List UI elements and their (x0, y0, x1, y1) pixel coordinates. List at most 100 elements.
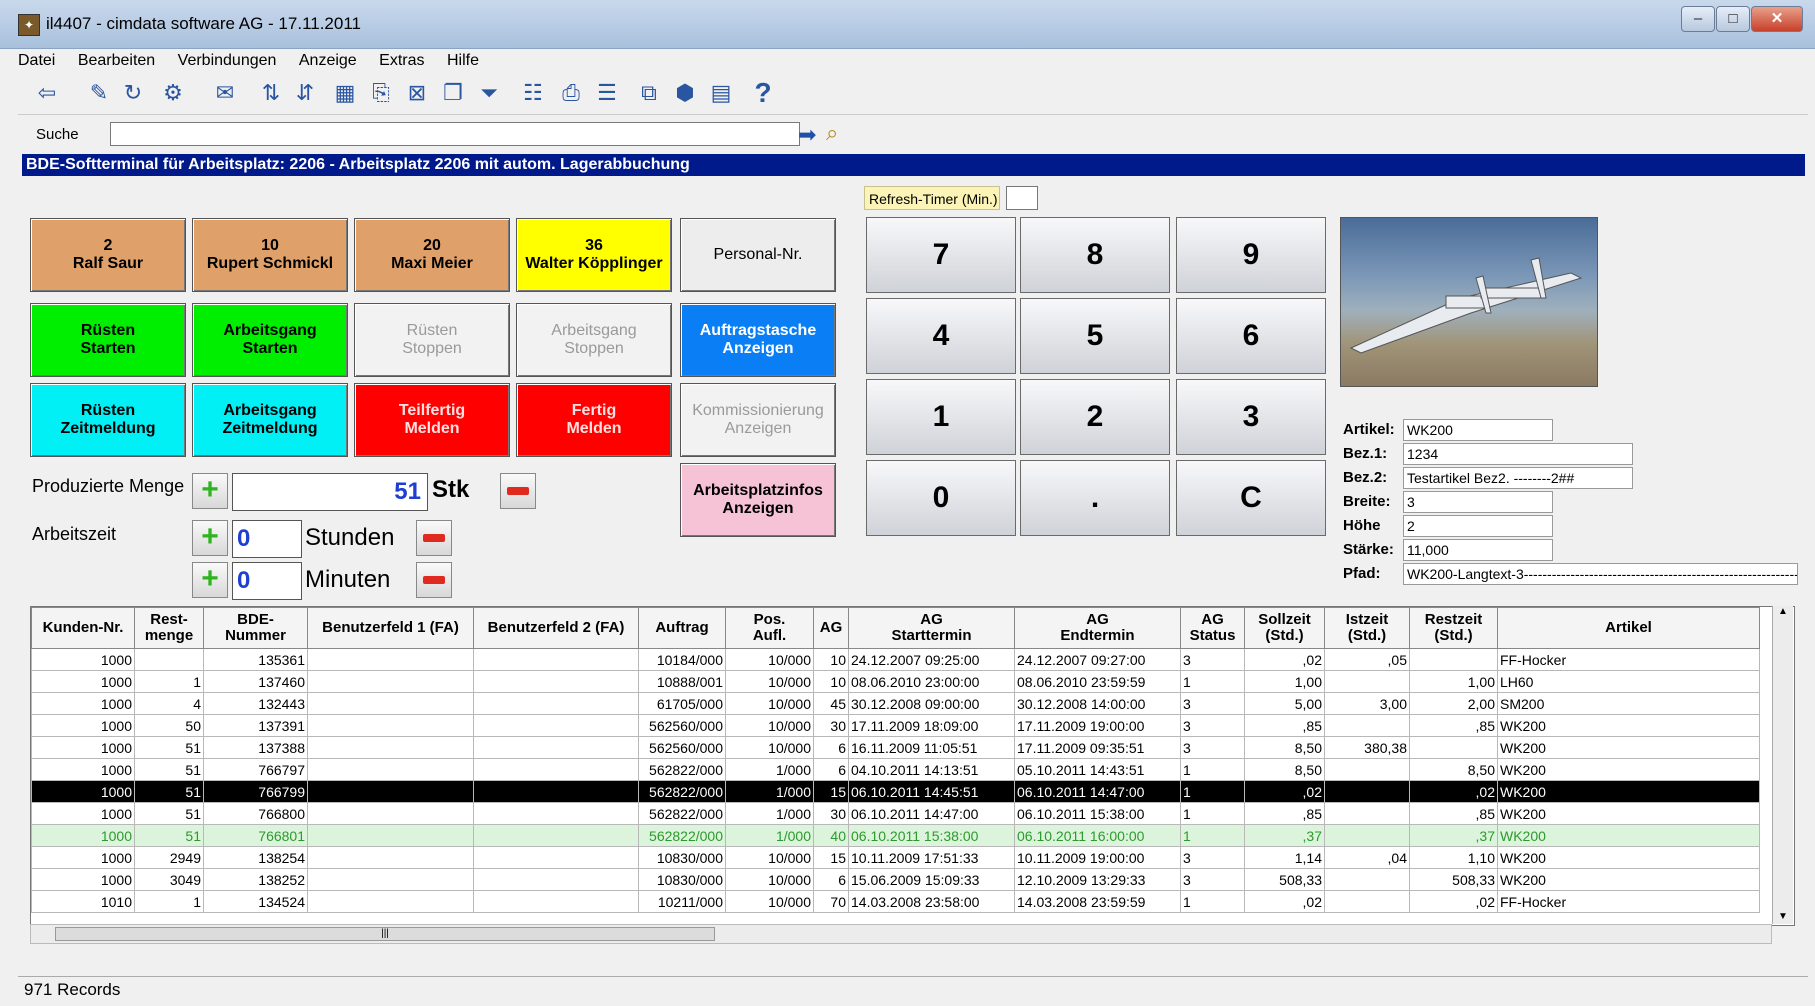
calendar-icon[interactable]: ▦ (330, 78, 360, 108)
sort-ascending-icon[interactable]: ⇅ (256, 78, 286, 108)
table-row[interactable]: 1000 51 766800 562822/000 1/000 30 06.10.2011 … (31, 802, 1760, 825)
table-row[interactable]: 1000 135361 10184/000 10/000 10 24.12.2007 09… (31, 648, 1760, 671)
column-header[interactable]: Restzeit (Std.) (1409, 607, 1498, 649)
properties-icon[interactable]: ☷ (518, 78, 548, 108)
column-header[interactable]: Auftrag (638, 607, 726, 649)
mail-icon[interactable]: ✉ (210, 78, 240, 108)
search-icon[interactable]: ⌕ (826, 120, 838, 146)
arbeitsgang-stoppen-button[interactable]: Arbeitsgang Stoppen (516, 303, 672, 377)
numpad-key-6[interactable]: 6 (1176, 298, 1326, 374)
table-row[interactable]: 1000 4 132443 61705/000 10/000 45 30.12.2008 0… (31, 692, 1760, 715)
stunden-plus-button[interactable]: + (192, 520, 228, 556)
ruesten-stoppen-button[interactable]: Rüsten Stoppen (354, 303, 510, 377)
edit-icon[interactable]: ✎ (84, 78, 114, 108)
arbeitsgang-zeitmeldung-button[interactable]: Arbeitsgang Zeitmeldung (192, 383, 348, 457)
numpad-key-9[interactable]: 9 (1176, 217, 1326, 293)
numpad-key-8[interactable]: 8 (1020, 217, 1170, 293)
menge-plus-button[interactable]: + (192, 473, 228, 509)
grid-view-icon[interactable]: ▤ (706, 78, 736, 108)
copy-icon[interactable]: ❐ (438, 78, 468, 108)
windows-icon[interactable]: ⧉ (634, 78, 664, 108)
numpad-key-1[interactable]: 1 (866, 379, 1016, 455)
numpad-key-clear[interactable]: C (1176, 460, 1326, 536)
table-row[interactable]: 1000 3049 138252 10830/000 10/000 6 15.06.2009… (31, 868, 1760, 891)
menge-minus-button[interactable] (500, 473, 536, 509)
numpad-key-7[interactable]: 7 (866, 217, 1016, 293)
column-header[interactable]: AG (813, 607, 849, 649)
column-header[interactable]: Artikel (1497, 607, 1760, 649)
arbeitsplatzinfos-button[interactable]: Arbeitsplatzinfos Anzeigen (680, 463, 836, 537)
ruesten-zeitmeldung-button[interactable]: Rüsten Zeitmeldung (30, 383, 186, 457)
worker-button-ralf-saur[interactable]: 2 Ralf Saur (30, 218, 186, 292)
column-header[interactable]: AG Starttermin (848, 607, 1015, 649)
close-button[interactable]: ✕ (1751, 6, 1803, 32)
help-icon[interactable]: ? (748, 78, 778, 108)
minuten-field[interactable]: 0 (232, 562, 302, 600)
column-header[interactable]: AG Status (1180, 607, 1245, 649)
print-icon[interactable]: ⎙ (556, 78, 586, 108)
column-header[interactable]: Kunden-Nr. (31, 607, 135, 649)
personal-nr-button[interactable]: Personal-Nr. (680, 218, 836, 292)
column-header[interactable]: AG Endtermin (1014, 607, 1181, 649)
table-row[interactable]: 1000 51 137388 562560/000 10/000 6 16.11.2009 … (31, 736, 1760, 759)
ruesten-starten-button[interactable]: Rüsten Starten (30, 303, 186, 377)
scroll-up-icon[interactable]: ▲ (1773, 606, 1793, 617)
minuten-plus-button[interactable]: + (192, 562, 228, 598)
menu-datei[interactable]: Datei (18, 48, 55, 74)
horizontal-scrollbar[interactable]: ||| (30, 924, 1772, 944)
table-row[interactable]: 1010 1 134524 10211/000 10/000 70 14.03.2008 2… (31, 890, 1760, 913)
column-header[interactable]: Rest- menge (134, 607, 204, 649)
kommissionierung-button[interactable]: Kommissionierung Anzeigen (680, 383, 836, 457)
menu-verbindungen[interactable]: Verbindungen (178, 48, 277, 74)
layout-icon[interactable]: ☰ (592, 78, 622, 108)
minuten-minus-button[interactable] (416, 562, 452, 598)
menu-extras[interactable]: Extras (379, 48, 424, 74)
worker-button-rupert-schmickl[interactable]: 10 Rupert Schmickl (192, 218, 348, 292)
sort-descending-icon[interactable]: ⇵ (290, 78, 320, 108)
horizontal-scroll-thumb[interactable]: ||| (55, 927, 715, 941)
search-input[interactable] (110, 122, 800, 146)
connections-icon[interactable]: ⚙ (158, 78, 188, 108)
minimize-button[interactable]: – (1681, 6, 1715, 32)
column-header[interactable]: Istzeit (Std.) (1324, 607, 1410, 649)
menu-anzeige[interactable]: Anzeige (299, 48, 357, 74)
numpad-key-0[interactable]: 0 (866, 460, 1016, 536)
numpad-key-3[interactable]: 3 (1176, 379, 1326, 455)
stunden-minus-button[interactable] (416, 520, 452, 556)
fertig-melden-button[interactable]: Fertig Melden (516, 383, 672, 457)
teilfertig-melden-button[interactable]: Teilfertig Melden (354, 383, 510, 457)
column-header[interactable]: BDE- Nummer (203, 607, 308, 649)
numpad-key-4[interactable]: 4 (866, 298, 1016, 374)
worker-button-walter-koepplinger[interactable]: 36 Walter Köpplinger (516, 218, 672, 292)
menu-hilfe[interactable]: Hilfe (447, 48, 479, 74)
worker-button-maxi-meier[interactable]: 20 Maxi Meier (354, 218, 510, 292)
numpad-key-dot[interactable]: . (1020, 460, 1170, 536)
column-header[interactable]: Benutzerfeld 1 (FA) (307, 607, 474, 649)
exit-icon[interactable]: ⇦ (32, 78, 62, 108)
tag-icon[interactable]: ⬢ (670, 78, 700, 108)
produzierte-menge-field[interactable]: 51 (232, 473, 428, 511)
table-row[interactable]: 1000 2949 138254 10830/000 10/000 15 10.11.200… (31, 846, 1760, 869)
numpad-key-2[interactable]: 2 (1020, 379, 1170, 455)
export-icon[interactable]: ⎘ (366, 78, 396, 108)
auftragstasche-button[interactable]: Auftragstasche Anzeigen (680, 303, 836, 377)
table-row[interactable]: 1000 1 137460 10888/001 10/000 10 08.06.2010 2… (31, 670, 1760, 693)
column-header[interactable]: Sollzeit (Std.) (1244, 607, 1325, 649)
column-header[interactable]: Pos. Aufl. (725, 607, 814, 649)
search-go-icon[interactable]: ➡ (798, 122, 816, 148)
table-row[interactable]: 1000 51 766801 562822/000 1/000 40 06.10.2011 … (31, 824, 1760, 847)
filter-icon[interactable]: ⏷ (474, 78, 504, 108)
refresh-timer-input[interactable] (1006, 186, 1038, 210)
excel-icon[interactable]: ⊠ (402, 78, 432, 108)
arbeitsgang-starten-button[interactable]: Arbeitsgang Starten (192, 303, 348, 377)
table-row[interactable]: 1000 51 766799 562822/000 1/000 15 06.10.2011 … (31, 780, 1760, 803)
table-row[interactable]: 1000 51 766797 562822/000 1/000 6 04.10.2011 1… (31, 758, 1760, 781)
vertical-scrollbar[interactable]: ▲ ▼ (1772, 606, 1793, 924)
numpad-key-5[interactable]: 5 (1020, 298, 1170, 374)
column-header[interactable]: Benutzerfeld 2 (FA) (473, 607, 639, 649)
scroll-down-icon[interactable]: ▼ (1773, 911, 1793, 922)
refresh-icon[interactable]: ↻ (118, 78, 148, 108)
menu-bearbeiten[interactable]: Bearbeiten (78, 48, 155, 74)
stunden-field[interactable]: 0 (232, 520, 302, 558)
table-row[interactable]: 1000 50 137391 562560/000 10/000 30 17.11.2009… (31, 714, 1760, 737)
